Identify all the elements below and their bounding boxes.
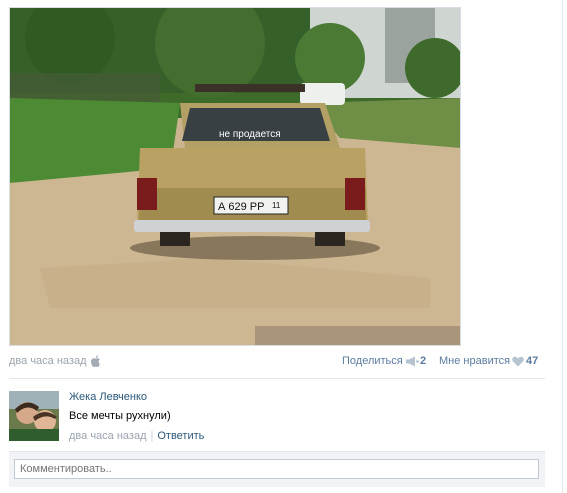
window-sticker-text: не продается bbox=[219, 129, 281, 140]
reply-box bbox=[9, 451, 545, 487]
reply-link[interactable]: Ответить bbox=[157, 430, 204, 442]
post-time[interactable]: два часа назад bbox=[9, 355, 86, 367]
right-border bbox=[562, 0, 563, 493]
divider bbox=[9, 378, 545, 379]
comment-time[interactable]: два часа назад bbox=[69, 430, 146, 442]
meta-separator: | bbox=[150, 430, 154, 442]
share-button[interactable]: Поделиться bbox=[342, 355, 403, 367]
license-plate-region: 11 bbox=[272, 201, 281, 210]
like-count[interactable]: 47 bbox=[526, 355, 538, 367]
license-plate-text: А 629 РР bbox=[218, 201, 264, 213]
megaphone-icon[interactable] bbox=[406, 356, 419, 367]
comment-meta: два часа назад | Ответить bbox=[69, 430, 204, 442]
heart-icon[interactable] bbox=[512, 356, 524, 367]
avatar[interactable] bbox=[9, 391, 59, 441]
like-button[interactable]: Мне нравится bbox=[439, 355, 510, 367]
comment-text: Все мечты рухнули) bbox=[69, 410, 171, 422]
comment-author[interactable]: Жека Левченко bbox=[69, 391, 147, 403]
post-photo[interactable]: А 629 РР 11 не продается bbox=[9, 7, 461, 346]
post-meta-row: два часа назад Поделиться 2 Мне нравится… bbox=[9, 355, 541, 371]
share-count[interactable]: 2 bbox=[420, 355, 426, 367]
comment-item: Жека Левченко Все мечты рухнули) два час… bbox=[9, 391, 545, 445]
comment-input[interactable] bbox=[14, 459, 539, 479]
apple-icon bbox=[91, 355, 100, 367]
